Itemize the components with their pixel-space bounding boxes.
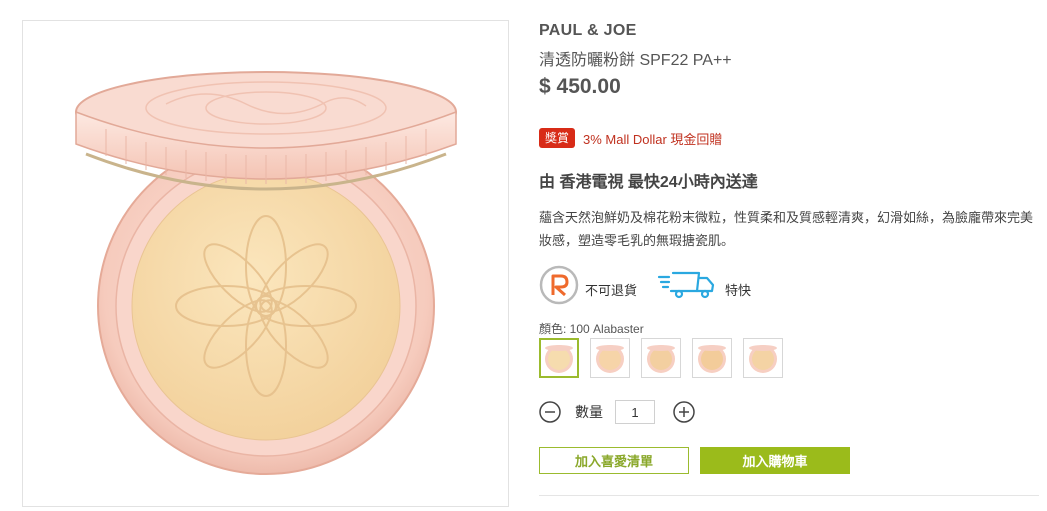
policy-no-return: 不可退貨 [539, 265, 637, 305]
delivery-info: 由 香港電視 最快24小時內送達 [539, 174, 758, 191]
color-swatch[interactable] [743, 338, 783, 378]
color-swatch[interactable] [641, 338, 681, 378]
color-swatch[interactable] [539, 338, 579, 378]
color-swatches [539, 338, 794, 378]
policy-label: 特快 [725, 282, 752, 298]
product-price: $ 450.00 [539, 75, 621, 98]
quantity-label: 數量 [575, 404, 603, 420]
divider [539, 495, 1039, 496]
no-return-icon [539, 265, 579, 305]
reward-row: 獎賞 3% Mall Dollar 現金回贈 [539, 128, 722, 148]
product-description: 蘊含天然泡鮮奶及棉花粉末微粒，性質柔和及質感輕清爽，幻滑如絲，為臉龐帶來完美妝感… [539, 210, 1034, 248]
product-image[interactable] [22, 20, 509, 507]
swatch-compact-icon [749, 345, 777, 373]
quantity-stepper: 數量 [539, 400, 695, 424]
express-truck-icon [657, 271, 715, 299]
minus-icon[interactable] [539, 401, 561, 423]
policy-express: 特快 [657, 269, 751, 301]
action-buttons: 加入喜愛清單 加入購物車 [539, 447, 850, 474]
swatch-compact-icon [545, 345, 573, 373]
swatch-compact-icon [698, 345, 726, 373]
policy-label: 不可退貨 [585, 282, 638, 298]
color-swatch[interactable] [692, 338, 732, 378]
add-to-wishlist-button[interactable]: 加入喜愛清單 [539, 447, 689, 474]
swatch-compact-icon [647, 345, 675, 373]
policy-row: 不可退貨 特快 [539, 265, 771, 305]
color-label: 顏色: 100 Alabaster [539, 322, 644, 336]
compact-powder-image [74, 70, 457, 475]
add-to-cart-button[interactable]: 加入購物車 [700, 447, 850, 474]
color-swatch[interactable] [590, 338, 630, 378]
reward-badge: 獎賞 [539, 128, 576, 148]
product-brand[interactable]: PAUL & JOE [539, 22, 637, 40]
swatch-compact-icon [596, 345, 624, 373]
plus-icon[interactable] [673, 401, 695, 423]
reward-text: 3% Mall Dollar 現金回贈 [583, 131, 723, 147]
product-name: 清透防曬粉餅 SPF22 PA++ [539, 52, 732, 69]
quantity-input[interactable] [615, 400, 655, 424]
